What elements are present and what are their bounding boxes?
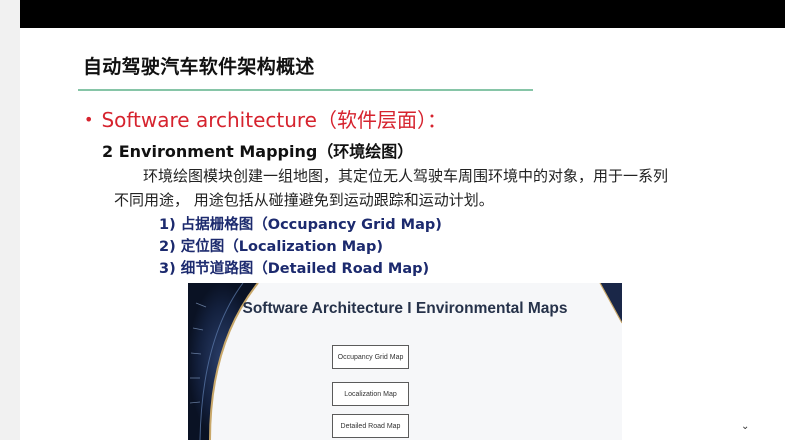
detailed-road-map-box: Detailed Road Map <box>332 414 409 438</box>
paragraph-line-1: 环境绘图模块创建一组地图，其定位无人驾驶车周围环境中的对象，用于一系列 <box>143 167 669 185</box>
bullet-dot-icon: • <box>84 110 94 129</box>
title-underline <box>78 89 533 91</box>
left-margin-strip <box>0 0 20 440</box>
occupancy-grid-map-box: Occupancy Grid Map <box>332 345 409 369</box>
bullet-text: Software architecture（软件层面）： <box>101 108 447 132</box>
figure-title: Software Architecture I Environmental Ma… <box>242 300 568 317</box>
list-item-detailed-road: 3) 细节道路图（Detailed Road Map) <box>159 261 430 277</box>
bullet-heading: • Software architecture（软件层面）： <box>84 104 447 133</box>
slide-title: 自动驾驶汽车软件架构概述 <box>83 56 315 78</box>
section-subheading: 2 Environment Mapping（环境绘图） <box>102 142 414 161</box>
paragraph-line-2: 不同用途， 用途包括从碰撞避免到运动跟踪和运动计划。 <box>114 191 494 209</box>
top-black-bar <box>20 0 785 28</box>
localization-map-box: Localization Map <box>332 382 409 406</box>
list-item-occupancy-grid: 1) 占据栅格图（Occupancy Grid Map) <box>159 217 442 233</box>
embedded-slide-figure: Software Architecture I Environmental Ma… <box>188 283 622 440</box>
caret-icon: ⌄ <box>741 421 750 432</box>
list-item-localization: 2) 定位图（Localization Map) <box>159 239 383 255</box>
